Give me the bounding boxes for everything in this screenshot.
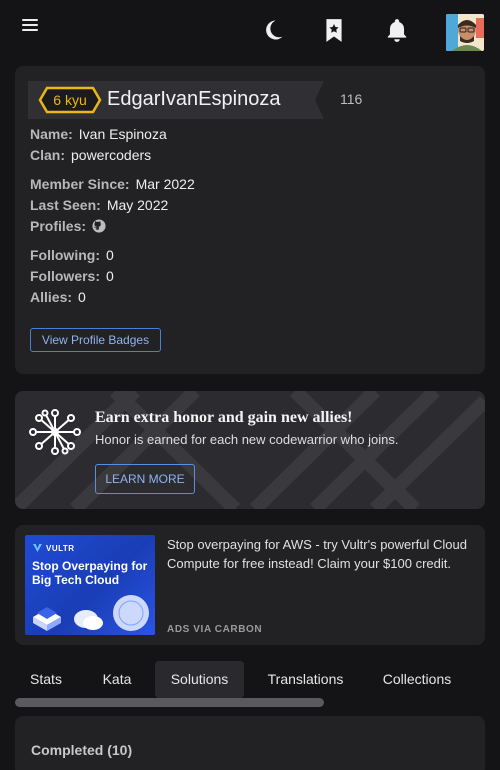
- following-row: Following: 0: [30, 247, 114, 263]
- vultr-logo-icon: [33, 544, 42, 552]
- completed-section: Completed (10): [15, 716, 485, 770]
- clan-row: Clan: powercoders: [30, 147, 151, 163]
- ad-card: VULTR Stop Overpaying for Big Tech Cloud…: [15, 525, 485, 645]
- profile-card: 6 kyu EdgarIvanEspinoza 116 Name: Ivan Es…: [15, 66, 485, 374]
- allies-value: 0: [78, 289, 86, 305]
- followers-row: Followers: 0: [30, 268, 114, 284]
- last-seen-row: Last Seen: May 2022: [30, 197, 168, 213]
- allies-label: Allies:: [30, 289, 73, 305]
- profiles-label: Profiles:: [30, 218, 87, 234]
- last-seen-label: Last Seen:: [30, 197, 101, 213]
- clan-label: Clan:: [30, 147, 65, 163]
- member-since-row: Member Since: Mar 2022: [30, 176, 195, 192]
- cloud-servers-illustration: [33, 595, 149, 631]
- ad-image[interactable]: VULTR Stop Overpaying for Big Tech Cloud: [25, 535, 155, 635]
- honor-banner-title: Earn extra honor and gain new allies!: [95, 409, 353, 426]
- profiles-row: Profiles:: [30, 218, 106, 234]
- rank-label: 6 kyu: [53, 92, 87, 108]
- ad-headline: Stop Overpaying for Big Tech Cloud: [32, 559, 148, 587]
- followers-label: Followers:: [30, 268, 101, 284]
- honor-banner: Earn extra honor and gain new allies! Ho…: [15, 391, 485, 509]
- tab-kata[interactable]: Kata: [89, 661, 145, 698]
- name-label: Name:: [30, 126, 73, 142]
- bell-icon[interactable]: [384, 17, 410, 43]
- ads-via-carbon-link[interactable]: ADS VIA CARBON: [167, 624, 262, 635]
- hamburger-icon[interactable]: [22, 19, 38, 33]
- username: EdgarIvanEspinoza: [107, 88, 281, 110]
- tab-translations[interactable]: Translations: [258, 661, 353, 698]
- view-profile-badges-button[interactable]: View Profile Badges: [30, 328, 161, 352]
- honor-banner-subtitle: Honor is earned for each new codewarrior…: [95, 432, 399, 447]
- tab-solutions[interactable]: Solutions: [155, 661, 244, 698]
- tabs-scrollbar[interactable]: [15, 698, 324, 707]
- learn-more-button[interactable]: LEARN MORE: [95, 464, 195, 494]
- clan-value: powercoders: [71, 147, 152, 163]
- moon-icon[interactable]: [260, 17, 286, 43]
- tab-stats[interactable]: Stats: [15, 661, 77, 698]
- member-since-value: Mar 2022: [135, 176, 195, 192]
- vultr-logo-text: VULTR: [46, 544, 75, 553]
- honor-score: 116: [340, 91, 363, 107]
- following-value: 0: [105, 247, 114, 263]
- allies-row: Allies: 0: [30, 289, 86, 305]
- profile-tabs: Stats Kata Solutions Translations Collec…: [15, 661, 485, 699]
- github-icon[interactable]: [92, 219, 106, 233]
- vultr-logo: VULTR: [33, 544, 75, 553]
- user-avatar[interactable]: [446, 14, 484, 51]
- followers-value: 0: [106, 268, 114, 284]
- completed-title: Completed (10): [31, 742, 133, 758]
- following-label: Following:: [30, 247, 100, 263]
- name-row: Name: Ivan Espinoza: [30, 126, 167, 142]
- ad-text[interactable]: Stop overpaying for AWS - try Vultr's po…: [167, 535, 467, 573]
- bookmark-star-icon[interactable]: [321, 17, 347, 43]
- member-since-label: Member Since:: [30, 176, 130, 192]
- name-value: Ivan Espinoza: [78, 126, 167, 142]
- top-navigation-bar: [0, 0, 500, 64]
- tab-collections[interactable]: Collections: [370, 661, 464, 698]
- network-icon: [29, 409, 81, 455]
- last-seen-value: May 2022: [106, 197, 169, 213]
